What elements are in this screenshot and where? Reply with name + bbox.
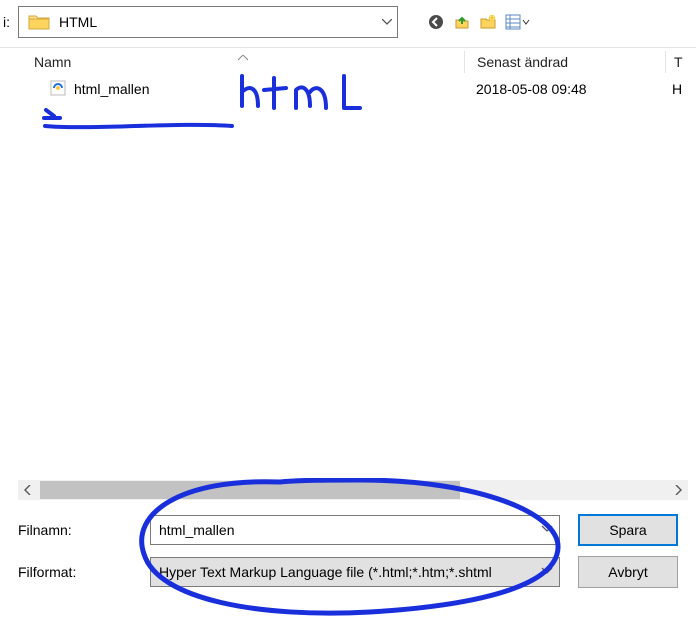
column-header-type[interactable]: T [666, 54, 686, 70]
chevron-down-icon[interactable] [541, 522, 553, 536]
folder-icon [25, 11, 53, 33]
column-header-modified[interactable]: Senast ändrad [465, 54, 665, 70]
filename-label: Filnamn: [0, 522, 150, 538]
chevron-down-icon[interactable] [541, 564, 553, 578]
path-folder-name: HTML [59, 14, 375, 30]
filename-value: html_mallen [159, 522, 234, 538]
path-combobox[interactable]: HTML [18, 6, 398, 38]
column-type-label: T [666, 54, 683, 70]
cancel-button-label: Avbryt [608, 564, 647, 580]
sort-ascending-icon [238, 52, 248, 64]
toolbar-icons-group [406, 12, 532, 32]
fileformat-label: Filformat: [0, 564, 150, 580]
new-folder-icon[interactable] [478, 12, 498, 32]
save-form: Filnamn: html_mallen Spara Filformat: Hy… [0, 500, 696, 608]
path-dropdown-arrow[interactable] [375, 7, 397, 37]
view-menu-icon[interactable] [504, 12, 532, 32]
scroll-right-arrow[interactable] [668, 480, 688, 500]
save-button[interactable]: Spara [578, 514, 678, 546]
html-file-icon [50, 80, 68, 98]
back-icon[interactable] [426, 12, 446, 32]
file-modified: 2018-05-08 09:48 [476, 81, 587, 97]
save-button-label: Spara [609, 522, 646, 538]
scroll-left-arrow[interactable] [18, 480, 38, 500]
scrollbar-thumb[interactable] [40, 481, 460, 499]
cancel-button[interactable]: Avbryt [578, 556, 678, 588]
file-type-initial: H [672, 81, 682, 97]
horizontal-scrollbar[interactable] [18, 480, 688, 500]
column-name-label: Namn [34, 54, 71, 70]
file-name: html_mallen [74, 81, 149, 97]
path-toolbar: i: HTML [0, 0, 696, 48]
column-header-name[interactable]: Namn [18, 54, 464, 70]
fileformat-select[interactable]: Hyper Text Markup Language file (*.html;… [150, 557, 560, 587]
column-headers: Namn Senast ändrad T [18, 48, 696, 76]
file-row[interactable]: html_mallen 2018-05-08 09:48 H [18, 76, 696, 102]
file-list-pane: Namn Senast ändrad T html_mallen [0, 48, 696, 500]
filename-input[interactable]: html_mallen [150, 515, 560, 545]
path-prefix-label: i: [0, 14, 10, 30]
up-folder-icon[interactable] [452, 12, 472, 32]
fileformat-value: Hyper Text Markup Language file (*.html;… [159, 564, 492, 580]
column-modified-label: Senast ändrad [465, 54, 568, 70]
